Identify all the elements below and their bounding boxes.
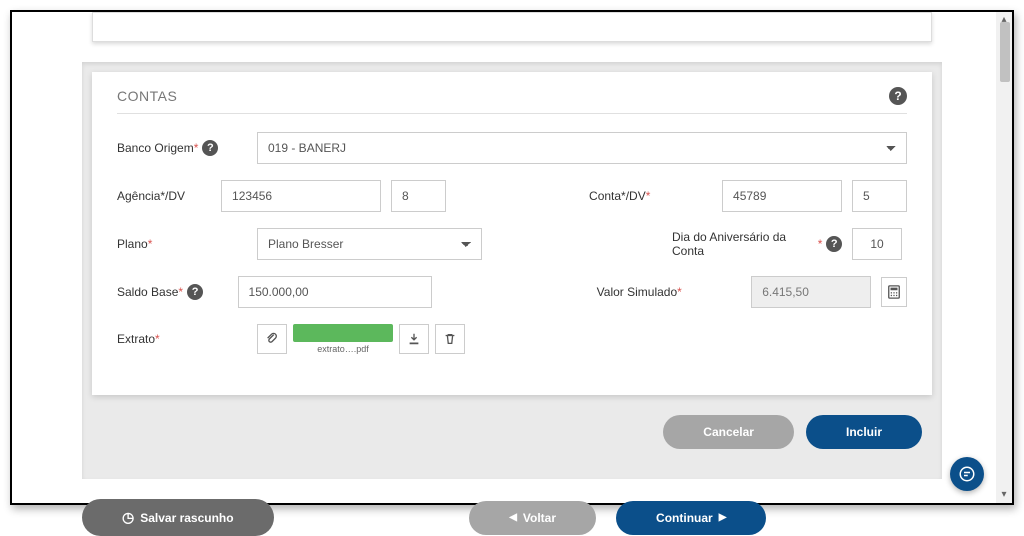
- saldo-base-input[interactable]: [238, 276, 433, 308]
- attach-button[interactable]: [257, 324, 287, 354]
- agencia-dv-input[interactable]: [391, 180, 446, 212]
- conta-input[interactable]: [722, 180, 842, 212]
- delete-button[interactable]: [435, 324, 465, 354]
- valor-simulado-label: Valor Simulado*: [597, 285, 742, 299]
- file-name: extrato….pdf: [317, 344, 369, 354]
- continuar-button[interactable]: Continuar ▶: [616, 501, 766, 535]
- panel-title: CONTAS: [117, 88, 177, 104]
- conta-dv-input[interactable]: [852, 180, 907, 212]
- voltar-button[interactable]: ◀ Voltar: [469, 501, 596, 535]
- chat-fab[interactable]: [950, 457, 984, 491]
- contas-panel: CONTAS ? Banco Origem * ? 019 - BANERJ A…: [92, 72, 932, 395]
- previous-panel-stub: [92, 12, 932, 42]
- banco-origem-label: Banco Origem * ?: [117, 140, 247, 156]
- incluir-button[interactable]: Incluir: [806, 415, 922, 449]
- dia-aniversario-help-icon[interactable]: ?: [826, 236, 842, 252]
- paperclip-icon: [265, 332, 279, 346]
- panel-help-icon[interactable]: ?: [889, 87, 907, 105]
- clock-icon: [122, 509, 134, 526]
- chat-icon: [958, 465, 976, 483]
- download-icon: [407, 332, 421, 346]
- download-button[interactable]: [399, 324, 429, 354]
- file-preview: extrato….pdf: [293, 324, 393, 354]
- cancelar-button[interactable]: Cancelar: [663, 415, 794, 449]
- trash-icon: [443, 332, 457, 346]
- chevron-left-icon: ◀: [509, 512, 517, 523]
- valor-simulado-output: [751, 276, 871, 308]
- calculator-button[interactable]: [881, 277, 907, 307]
- chevron-right-icon: ▶: [719, 512, 727, 523]
- file-thumbnail: [293, 324, 393, 342]
- calculator-icon: [887, 285, 901, 299]
- banco-origem-help-icon[interactable]: ?: [202, 140, 218, 156]
- agencia-dv-label: Agência*/DV: [117, 189, 211, 203]
- conta-dv-label: Conta*/DV*: [589, 189, 712, 203]
- dia-aniversario-label: Dia do Aniversário da Conta* ?: [672, 230, 842, 258]
- agencia-input[interactable]: [221, 180, 381, 212]
- dia-aniversario-input[interactable]: [852, 228, 902, 260]
- saldo-base-help-icon[interactable]: ?: [187, 284, 203, 300]
- plano-label: Plano*: [117, 237, 247, 251]
- saldo-base-label: Saldo Base* ?: [117, 284, 228, 300]
- plano-select[interactable]: Plano Bresser: [257, 228, 482, 260]
- salvar-rascunho-button[interactable]: Salvar rascunho: [82, 499, 274, 536]
- banco-origem-select[interactable]: 019 - BANERJ: [257, 132, 907, 164]
- extrato-label: Extrato*: [117, 332, 247, 346]
